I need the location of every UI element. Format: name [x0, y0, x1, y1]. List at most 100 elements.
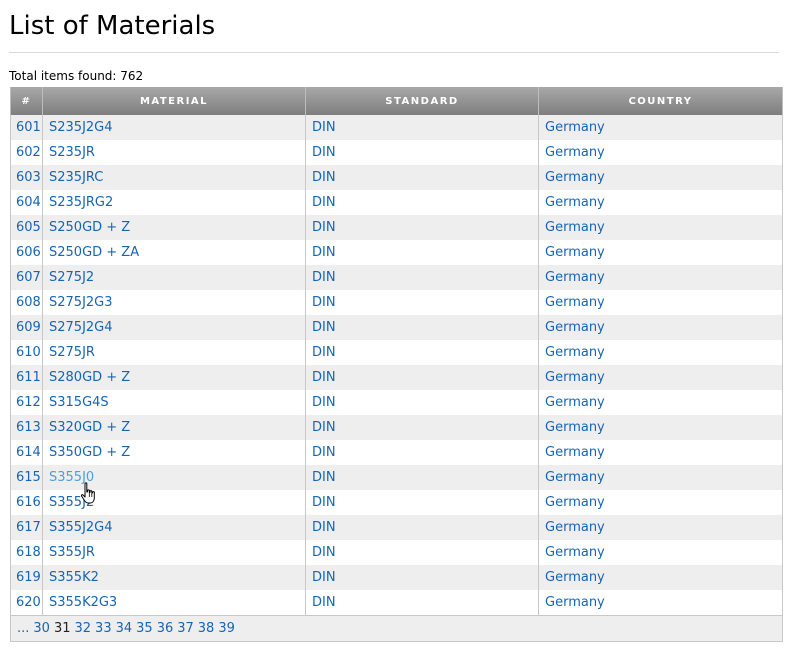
- pagination-page-link[interactable]: 39: [218, 621, 235, 636]
- row-number-link[interactable]: 620: [16, 595, 41, 610]
- material-link[interactable]: S250GD + Z: [49, 220, 130, 235]
- country-link[interactable]: Germany: [545, 195, 605, 210]
- country-link[interactable]: Germany: [545, 595, 605, 610]
- table-cell-standard: DIN: [305, 265, 539, 290]
- column-header-standard[interactable]: STANDARD: [305, 87, 539, 115]
- standard-link[interactable]: DIN: [312, 195, 336, 210]
- material-link[interactable]: S280GD + Z: [49, 370, 130, 385]
- row-number-link[interactable]: 607: [16, 270, 41, 285]
- country-link[interactable]: Germany: [545, 370, 605, 385]
- material-link[interactable]: S250GD + ZA: [49, 245, 139, 260]
- material-link[interactable]: S275J2G4: [49, 320, 113, 335]
- row-number-link[interactable]: 615: [16, 470, 41, 485]
- table-cell-country: Germany: [538, 415, 783, 440]
- standard-link[interactable]: DIN: [312, 145, 336, 160]
- pagination-page-link[interactable]: 37: [177, 621, 194, 636]
- row-number-link[interactable]: 619: [16, 570, 41, 585]
- row-number-link[interactable]: 604: [16, 195, 41, 210]
- standard-link[interactable]: DIN: [312, 445, 336, 460]
- standard-link[interactable]: DIN: [312, 295, 336, 310]
- material-link[interactable]: S275J2G3: [49, 295, 113, 310]
- country-link[interactable]: Germany: [545, 420, 605, 435]
- row-number-link[interactable]: 601: [16, 120, 41, 135]
- standard-link[interactable]: DIN: [312, 420, 336, 435]
- pagination-page-link[interactable]: 34: [116, 621, 133, 636]
- standard-link[interactable]: DIN: [312, 370, 336, 385]
- standard-link[interactable]: DIN: [312, 320, 336, 335]
- row-number-link[interactable]: 609: [16, 320, 41, 335]
- pagination-page-link[interactable]: 33: [95, 621, 112, 636]
- standard-link[interactable]: DIN: [312, 395, 336, 410]
- country-link[interactable]: Germany: [545, 470, 605, 485]
- material-link[interactable]: S355K2: [49, 570, 99, 585]
- standard-link[interactable]: DIN: [312, 495, 336, 510]
- material-link[interactable]: S355J2: [49, 495, 94, 510]
- row-number-link[interactable]: 612: [16, 395, 41, 410]
- row-number-link[interactable]: 608: [16, 295, 41, 310]
- standard-link[interactable]: DIN: [312, 520, 336, 535]
- pagination-page-link[interactable]: 30: [33, 621, 50, 636]
- material-link[interactable]: S320GD + Z: [49, 420, 130, 435]
- row-number-link[interactable]: 616: [16, 495, 41, 510]
- column-header-number[interactable]: #: [10, 87, 43, 115]
- material-link[interactable]: S235J2G4: [49, 120, 113, 135]
- column-header-country[interactable]: COUNTRY: [538, 87, 783, 115]
- standard-link[interactable]: DIN: [312, 220, 336, 235]
- pagination-page-link[interactable]: 32: [75, 621, 92, 636]
- country-link[interactable]: Germany: [545, 320, 605, 335]
- country-link[interactable]: Germany: [545, 295, 605, 310]
- country-link[interactable]: Germany: [545, 545, 605, 560]
- country-link[interactable]: Germany: [545, 170, 605, 185]
- row-number-link[interactable]: 614: [16, 445, 41, 460]
- standard-link[interactable]: DIN: [312, 470, 336, 485]
- country-link[interactable]: Germany: [545, 495, 605, 510]
- pagination-page-link[interactable]: 38: [198, 621, 215, 636]
- material-link[interactable]: S355J0: [49, 470, 94, 485]
- standard-link[interactable]: DIN: [312, 345, 336, 360]
- row-number-link[interactable]: 611: [16, 370, 41, 385]
- country-link[interactable]: Germany: [545, 245, 605, 260]
- table-cell-standard: DIN: [305, 115, 539, 140]
- standard-link[interactable]: DIN: [312, 570, 336, 585]
- row-number-link[interactable]: 613: [16, 420, 41, 435]
- country-link[interactable]: Germany: [545, 570, 605, 585]
- standard-link[interactable]: DIN: [312, 270, 336, 285]
- pagination-previous-ellipsis[interactable]: ...: [17, 621, 29, 636]
- row-number-link[interactable]: 605: [16, 220, 41, 235]
- country-link[interactable]: Germany: [545, 345, 605, 360]
- standard-link[interactable]: DIN: [312, 595, 336, 610]
- material-link[interactable]: S235JRG2: [49, 195, 113, 210]
- material-link[interactable]: S275JR: [49, 345, 95, 360]
- row-number-link[interactable]: 603: [16, 170, 41, 185]
- material-link[interactable]: S315G4S: [49, 395, 109, 410]
- material-link[interactable]: S355K2G3: [49, 595, 117, 610]
- row-number-link[interactable]: 602: [16, 145, 41, 160]
- country-link[interactable]: Germany: [545, 220, 605, 235]
- standard-link[interactable]: DIN: [312, 245, 336, 260]
- country-link[interactable]: Germany: [545, 270, 605, 285]
- material-link[interactable]: S355JR: [49, 545, 95, 560]
- material-link[interactable]: S235JRC: [49, 170, 103, 185]
- country-link[interactable]: Germany: [545, 395, 605, 410]
- material-link[interactable]: S350GD + Z: [49, 445, 130, 460]
- pagination-page-link[interactable]: 36: [157, 621, 174, 636]
- page: List of Materials Total items found: 762…: [0, 0, 791, 650]
- standard-link[interactable]: DIN: [312, 170, 336, 185]
- row-number-link[interactable]: 606: [16, 245, 41, 260]
- column-header-material[interactable]: MATERIAL: [42, 87, 306, 115]
- standard-link[interactable]: DIN: [312, 545, 336, 560]
- table-cell-material: S275J2: [42, 265, 306, 290]
- country-link[interactable]: Germany: [545, 445, 605, 460]
- row-number-link[interactable]: 618: [16, 545, 41, 560]
- country-link[interactable]: Germany: [545, 520, 605, 535]
- material-link[interactable]: S235JR: [49, 145, 95, 160]
- country-link[interactable]: Germany: [545, 145, 605, 160]
- table-cell-country: Germany: [538, 490, 783, 515]
- row-number-link[interactable]: 617: [16, 520, 41, 535]
- row-number-link[interactable]: 610: [16, 345, 41, 360]
- material-link[interactable]: S355J2G4: [49, 520, 113, 535]
- standard-link[interactable]: DIN: [312, 120, 336, 135]
- country-link[interactable]: Germany: [545, 120, 605, 135]
- pagination-page-link[interactable]: 35: [136, 621, 153, 636]
- material-link[interactable]: S275J2: [49, 270, 94, 285]
